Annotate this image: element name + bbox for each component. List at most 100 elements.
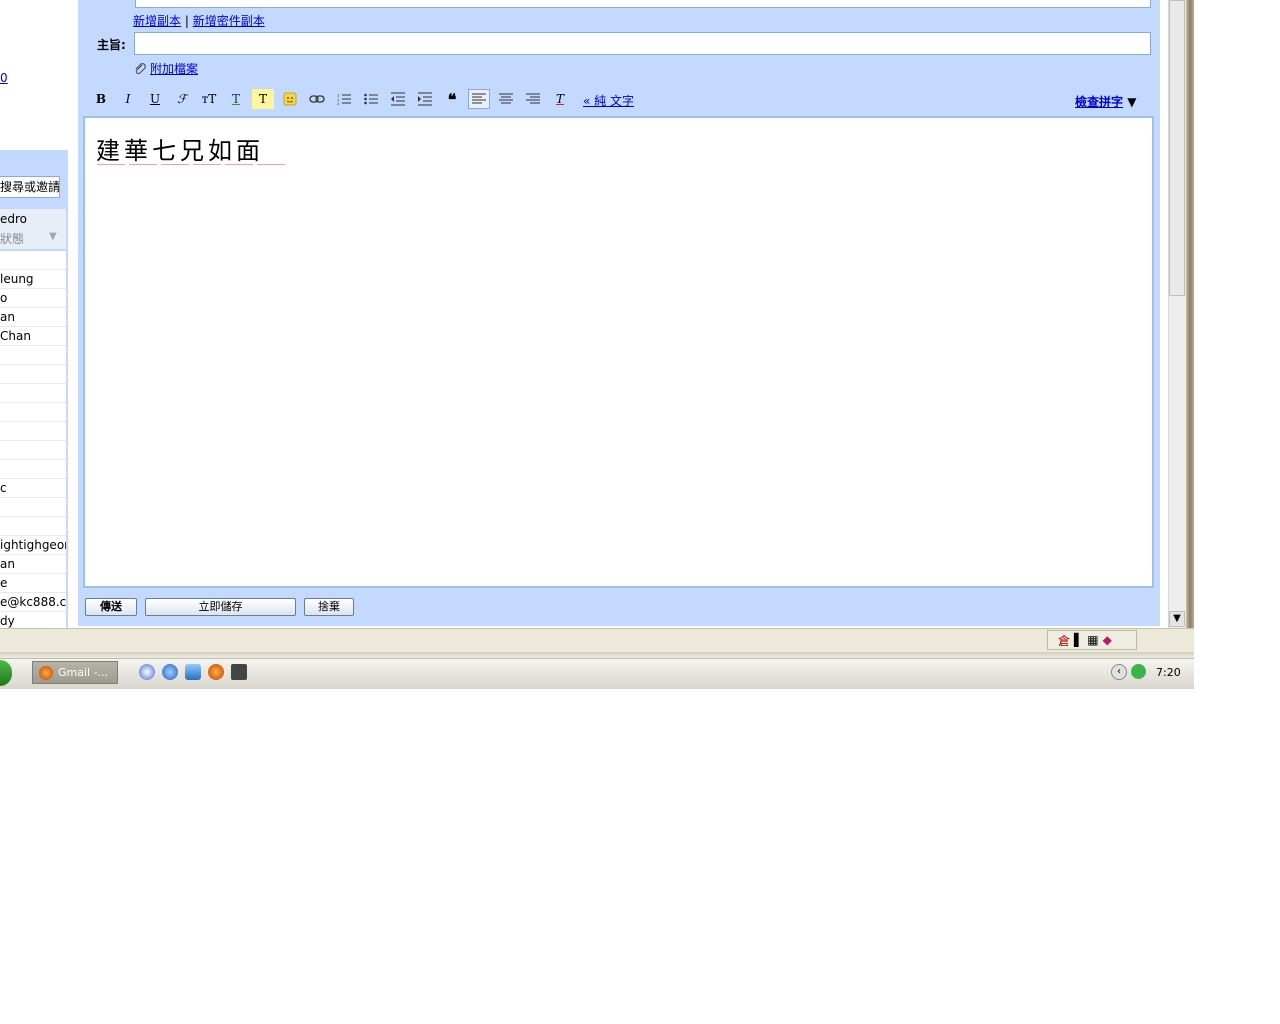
ime-toolbar[interactable]: 倉 ▌ ▦ ◆ [1047, 630, 1137, 650]
blockquote-button[interactable]: ❝ [441, 89, 463, 109]
link-separator: | [184, 14, 189, 28]
list-item[interactable]: an [0, 308, 66, 327]
send-button[interactable]: 傳送 [85, 598, 137, 616]
subject-label: 主旨: [97, 38, 126, 52]
outdent-icon [391, 92, 405, 106]
firefox-quicklaunch-icon[interactable] [208, 664, 224, 680]
browser-status-bar [0, 628, 1194, 653]
list-item[interactable] [0, 251, 66, 270]
list-item[interactable] [0, 384, 66, 403]
list-item[interactable]: ightighgeorge [0, 536, 66, 555]
font-button[interactable]: ℱ [171, 89, 193, 109]
desktop-wallpaper [1186, 0, 1194, 628]
highlight-button[interactable]: T [252, 89, 274, 109]
link-icon [309, 95, 325, 103]
outdent-button[interactable] [387, 89, 409, 109]
list-item[interactable] [0, 346, 66, 365]
font-size-button[interactable]: тT [198, 89, 220, 109]
cangjie-ime-label[interactable]: 倉 [1058, 632, 1070, 649]
subject-input[interactable] [134, 32, 1151, 55]
remove-format-button[interactable]: T [549, 89, 571, 109]
half-width-icon[interactable]: ▌ [1074, 633, 1083, 647]
list-item[interactable] [0, 460, 66, 479]
bold-button[interactable]: B [90, 89, 112, 109]
add-cc-link[interactable]: 新增副本 [133, 14, 181, 28]
list-item[interactable]: an [0, 555, 66, 574]
paperclip-icon [135, 62, 146, 74]
spell-check[interactable]: 檢查拼字 ▼ [1075, 93, 1136, 110]
list-item[interactable]: e [0, 574, 66, 593]
spell-underline [225, 164, 253, 165]
align-left-button[interactable] [468, 89, 490, 109]
bullet-list-button[interactable] [360, 89, 382, 109]
list-item[interactable] [0, 422, 66, 441]
chevron-down-icon[interactable]: ▼ [49, 231, 57, 242]
align-right-button[interactable] [522, 89, 544, 109]
link-button[interactable] [306, 89, 328, 109]
add-bcc-link[interactable]: 新增密件副本 [193, 14, 265, 28]
plain-text-link[interactable]: « 純 文字 [583, 92, 634, 109]
discard-button[interactable]: 捨棄 [304, 598, 354, 616]
emoticon-button[interactable] [279, 89, 301, 109]
app-quicklaunch-icon[interactable] [231, 664, 247, 680]
spell-underline [97, 164, 125, 165]
list-item[interactable]: e@kc888.c [0, 593, 66, 612]
keyboard-icon[interactable]: ▦ [1087, 633, 1098, 647]
scrollbar-thumb[interactable] [1169, 0, 1185, 296]
attach-file-link[interactable]: 附加檔案 [150, 60, 198, 77]
message-body-editor[interactable] [83, 116, 1154, 588]
text-color-button[interactable]: T [225, 89, 247, 109]
smiley-icon [283, 92, 297, 106]
list-item[interactable]: c [0, 479, 66, 498]
underline-button[interactable]: U [144, 89, 166, 109]
tray-expand-icon[interactable]: ‹ [1111, 664, 1127, 680]
spell-underline [129, 164, 157, 165]
bullet-list-icon [364, 93, 378, 105]
align-left-icon [472, 93, 486, 104]
align-center-icon [499, 93, 513, 104]
spell-check-link[interactable]: 檢查拼字 [1075, 95, 1123, 109]
scroll-down-arrow-icon[interactable]: ▼ [1169, 611, 1185, 627]
internet-explorer-icon[interactable] [162, 664, 178, 680]
numbered-list-button[interactable]: 123 [333, 89, 355, 109]
numbered-list-icon: 123 [337, 93, 351, 106]
chevron-down-icon[interactable]: ▼ [1127, 95, 1136, 109]
list-item[interactable]: o [0, 289, 66, 308]
chat-status-select[interactable]: 狀態 [0, 230, 24, 247]
list-item[interactable]: leung [0, 270, 66, 289]
taskbar-item-label: Gmail -... [58, 666, 109, 679]
list-item[interactable] [0, 517, 66, 536]
dictionary-icon[interactable]: ◆ [1103, 633, 1112, 647]
cc-links: 新增副本 | 新增密件副本 [133, 12, 265, 29]
list-item[interactable] [0, 365, 66, 384]
list-item[interactable]: dy [0, 612, 66, 628]
indent-button[interactable] [414, 89, 436, 109]
format-toolbar: B I U ℱ тT T T 123 ❝ T [90, 88, 576, 110]
save-now-button[interactable]: 立即儲存 [145, 598, 296, 616]
browser-quicklaunch-icon[interactable] [185, 664, 201, 680]
media-player-icon[interactable] [139, 664, 155, 680]
list-item[interactable] [0, 498, 66, 517]
message-body-text: 建華七兄如面 [96, 137, 264, 165]
italic-button[interactable]: I [117, 89, 139, 109]
spell-underline [161, 164, 189, 165]
align-right-icon [526, 93, 540, 104]
chat-self-name: edro [0, 212, 28, 226]
list-item[interactable] [0, 403, 66, 422]
chat-search-input[interactable]: 搜尋或邀請 [0, 176, 60, 198]
partial-link[interactable]: 0 [0, 71, 8, 85]
list-item[interactable] [0, 441, 66, 460]
spell-underline [193, 164, 221, 165]
firefox-icon [39, 665, 53, 680]
attach-file[interactable]: 附加檔案 [133, 60, 198, 77]
list-item[interactable]: Chan [0, 327, 66, 346]
align-center-button[interactable] [495, 89, 517, 109]
taskbar [0, 658, 1194, 689]
taskbar-item-gmail[interactable]: Gmail -... [32, 661, 118, 684]
tray-status-icon[interactable] [1131, 664, 1146, 679]
contact-list: leung o an Chan c ightighgeorge an e e@k… [0, 251, 66, 628]
to-field[interactable] [135, 0, 1151, 8]
taskbar-clock: 7:20 [1156, 666, 1181, 679]
svg-text:3: 3 [337, 101, 340, 106]
indent-icon [418, 92, 432, 106]
